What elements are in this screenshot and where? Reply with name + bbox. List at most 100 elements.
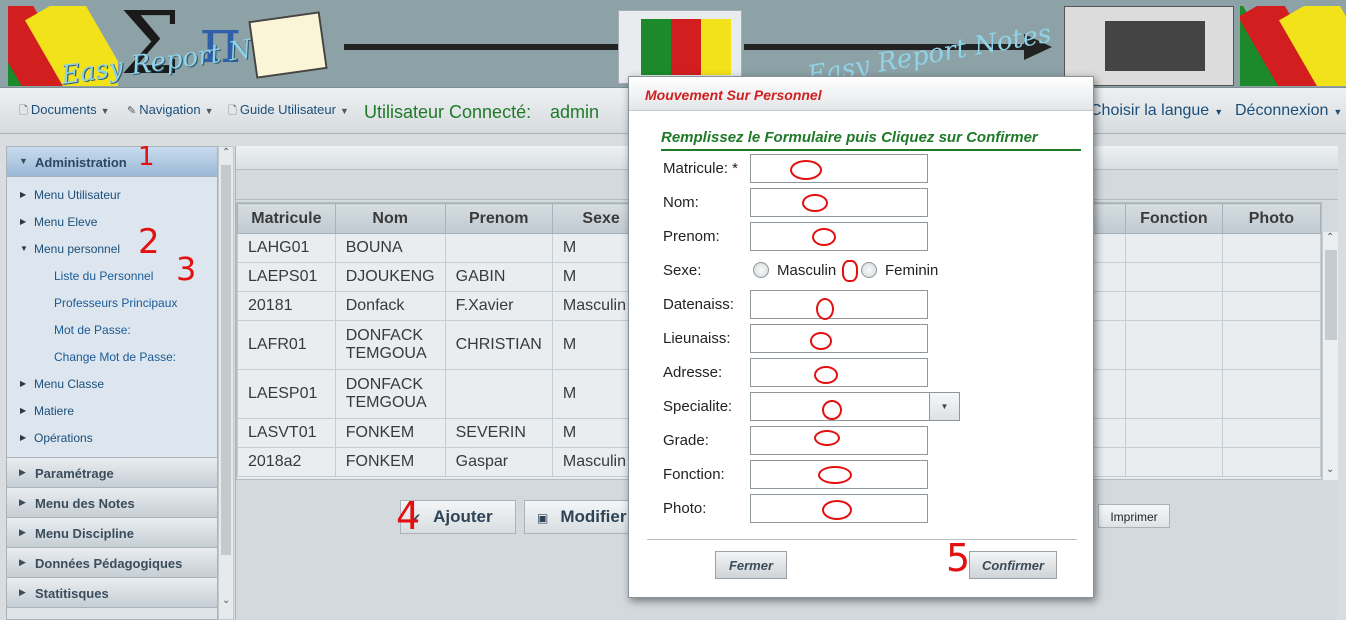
sidebar-section-parametrage[interactable]: ▶ Paramétrage (7, 458, 217, 488)
close-button[interactable]: Fermer (715, 551, 787, 579)
grid-scrollbar[interactable]: ⌃ ⌄ (1322, 232, 1338, 480)
datenaiss-field[interactable] (750, 290, 928, 319)
user-name: admin (550, 102, 600, 122)
sidebar-item-matiere[interactable]: ▶ Matiere (7, 397, 217, 424)
laptop-icon (1064, 6, 1234, 86)
annotation-step-3: 3 (176, 250, 197, 288)
form-heading: Remplissez le Formulaire puis Cliquez su… (661, 129, 1038, 146)
column-header-prenom[interactable]: Prenom (444, 203, 553, 234)
annotation-step-2: 2 (138, 222, 160, 262)
annotation-circle (816, 298, 834, 320)
cell-prenom: SEVERIN (444, 418, 553, 448)
scroll-up-icon[interactable]: ⌃ (1326, 232, 1334, 243)
cell-prenom: F.Xavier (444, 291, 553, 321)
cell-nom: Donfack (334, 291, 446, 321)
administration-panel: ▶ Menu Utilisateur ▶ Menu Eleve ▼ Menu pers… (7, 177, 217, 458)
cell-fonction (1124, 447, 1223, 477)
logout-menu[interactable]: Déconnexion ▼ (1235, 102, 1342, 120)
save-icon: ▣ (537, 511, 549, 525)
column-header-photo[interactable]: Photo (1221, 203, 1321, 234)
navigation-menu[interactable]: ✎ Navigation ▼ (127, 102, 214, 117)
specialite-select[interactable]: ▼ (750, 392, 960, 421)
column-header-fonction[interactable]: Fonction (1124, 203, 1223, 234)
photo-label: Photo: (663, 500, 707, 517)
cell-fonction (1124, 233, 1223, 263)
triangle-right-icon: ▶ (20, 190, 27, 199)
scrollbar-thumb[interactable] (221, 165, 231, 555)
sidebar-item-menu-utilisateur[interactable]: ▶ Menu Utilisateur (7, 181, 217, 208)
scroll-up-icon[interactable]: ⌃ (222, 147, 230, 158)
sidebar-section-label: Statitisques (35, 586, 109, 601)
prenom-field[interactable] (750, 222, 928, 251)
cell-nom: FONKEM (334, 418, 446, 448)
sexe-masculin-radio[interactable] (753, 262, 769, 278)
chevron-down-icon[interactable]: ▼ (929, 393, 959, 420)
sidebar-section-menu-discipline[interactable]: ▶ Menu Discipline (7, 518, 217, 548)
cell-fonction (1124, 418, 1223, 448)
adresse-label: Adresse: (663, 364, 723, 381)
triangle-down-icon: ▼ (20, 244, 28, 253)
cell-nom: BOUNA (334, 233, 446, 263)
chevron-down-icon: ▼ (204, 106, 214, 116)
language-label: Choisir la langue (1090, 102, 1210, 119)
annotation-circle (790, 160, 822, 180)
cell-prenom: CHRISTIAN (444, 320, 553, 370)
sidebar-section-statistiques[interactable]: ▶ Statitisques (7, 578, 217, 608)
documents-menu[interactable]: 🗋 Documents ▼ (19, 102, 110, 121)
sexe-feminin-radio[interactable] (861, 262, 877, 278)
nom-field[interactable] (750, 188, 928, 217)
column-header-nom[interactable]: Nom (334, 203, 446, 234)
nom-label: Nom: (663, 194, 699, 211)
language-menu[interactable]: Choisir la langue ▼ (1090, 102, 1223, 120)
sidebar-item-menu-eleve[interactable]: ▶ Menu Eleve (7, 208, 217, 235)
datenaiss-label: Datenaiss: (663, 296, 734, 313)
fonction-label: Fonction: (663, 466, 725, 483)
scrollbar-thumb[interactable] (1325, 250, 1337, 340)
guide-menu[interactable]: 🗋 Guide Utilisateur ▼ (228, 102, 349, 121)
specialite-label: Specialite: (663, 398, 733, 415)
sidebar-item-label: Matiere (34, 404, 75, 418)
sidebar-section-label: Administration (35, 155, 127, 170)
cameroon-flag-center (618, 10, 742, 84)
sidebar-sub-professeurs-principaux[interactable]: Professeurs Principaux (7, 289, 217, 316)
sexe-masculin-label: Masculin (777, 262, 837, 279)
print-button[interactable]: Imprimer (1098, 504, 1170, 528)
edit-button-label: Modifier (560, 507, 627, 526)
sidebar-section-label: Données Pédagogiques (35, 556, 183, 571)
sidebar-scrollbar[interactable]: ⌃ ⌄ (218, 146, 234, 620)
dialog-title: Mouvement Sur Personnel (629, 77, 1093, 111)
add-button-label: Ajouter (433, 507, 493, 526)
annotation-circle (822, 500, 852, 520)
cell-matricule: LAESP01 (237, 369, 336, 419)
cell-matricule: LAHG01 (237, 233, 336, 263)
scroll-down-icon[interactable]: ⌄ (1326, 464, 1334, 475)
sidebar-sub-change-mot-de-passe[interactable]: Change Mot de Passe: (7, 343, 217, 370)
sidebar-item-operations[interactable]: ▶ Opérations (7, 424, 217, 451)
matricule-field[interactable] (750, 154, 928, 183)
cell-prenom (444, 233, 553, 263)
cell-nom: DJOUKENG (334, 262, 446, 292)
sidebar-item-menu-classe[interactable]: ▶ Menu Classe (7, 370, 217, 397)
edit-button[interactable]: ▣ Modifier (524, 500, 636, 534)
documents-label: Documents (30, 102, 97, 117)
bulletin-icon (248, 11, 328, 79)
adresse-field[interactable] (750, 358, 928, 387)
confirm-button[interactable]: Confirmer (969, 551, 1057, 579)
chevron-down-icon: ▼ (1214, 107, 1224, 117)
sidebar-section-label: Paramétrage (35, 466, 114, 481)
annotation-circle (812, 228, 836, 246)
cell-photo (1221, 418, 1321, 448)
column-header-matricule[interactable]: Matricule (237, 203, 336, 234)
lieunaiss-field[interactable] (750, 324, 928, 353)
sidebar-sub-mot-de-passe[interactable]: Mot de Passe: (7, 316, 217, 343)
sidebar-section-donnees-pedagogiques[interactable]: ▶ Données Pédagogiques (7, 548, 217, 578)
annotation-circle (818, 466, 852, 484)
sidebar-section-label: Menu des Notes (35, 496, 135, 511)
document-icon: 🗋 (228, 105, 237, 117)
scroll-down-icon[interactable]: ⌄ (222, 595, 230, 606)
triangle-right-icon: ▶ (19, 467, 26, 477)
cell-prenom: Gaspar (444, 447, 553, 477)
sidebar-section-menu-notes[interactable]: ▶ Menu des Notes (7, 488, 217, 518)
triangle-right-icon: ▶ (20, 217, 27, 226)
sidebar-section-administration[interactable]: ▼ Administration (7, 147, 217, 177)
